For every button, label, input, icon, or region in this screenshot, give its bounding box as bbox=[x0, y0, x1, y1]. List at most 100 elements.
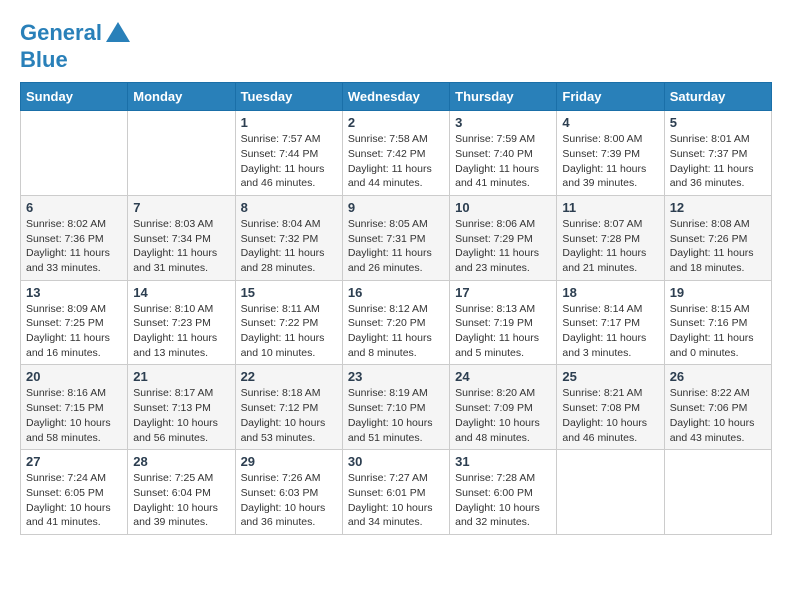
cell-content: Sunrise: 8:21 AM Sunset: 7:08 PM Dayligh… bbox=[562, 386, 658, 445]
daylight-text: Daylight: 11 hours and 41 minutes. bbox=[455, 163, 539, 190]
cell-content: Sunrise: 7:27 AM Sunset: 6:01 PM Dayligh… bbox=[348, 471, 444, 530]
calendar-cell: 20 Sunrise: 8:16 AM Sunset: 7:15 PM Dayl… bbox=[21, 365, 128, 450]
daylight-text: Daylight: 11 hours and 44 minutes. bbox=[348, 163, 432, 190]
day-number: 4 bbox=[562, 115, 658, 130]
sunset-text: Sunset: 7:28 PM bbox=[562, 233, 640, 245]
daylight-text: Daylight: 10 hours and 51 minutes. bbox=[348, 417, 433, 444]
sunrise-text: Sunrise: 8:08 AM bbox=[670, 218, 750, 230]
cell-content: Sunrise: 7:26 AM Sunset: 6:03 PM Dayligh… bbox=[241, 471, 337, 530]
calendar-cell: 19 Sunrise: 8:15 AM Sunset: 7:16 PM Dayl… bbox=[664, 280, 771, 365]
sunrise-text: Sunrise: 8:20 AM bbox=[455, 387, 535, 399]
calendar-cell: 15 Sunrise: 8:11 AM Sunset: 7:22 PM Dayl… bbox=[235, 280, 342, 365]
sunrise-text: Sunrise: 7:27 AM bbox=[348, 472, 428, 484]
sunset-text: Sunset: 7:34 PM bbox=[133, 233, 211, 245]
sunset-text: Sunset: 6:04 PM bbox=[133, 487, 211, 499]
calendar-cell: 1 Sunrise: 7:57 AM Sunset: 7:44 PM Dayli… bbox=[235, 111, 342, 196]
cell-content: Sunrise: 8:00 AM Sunset: 7:39 PM Dayligh… bbox=[562, 132, 658, 191]
calendar-cell: 2 Sunrise: 7:58 AM Sunset: 7:42 PM Dayli… bbox=[342, 111, 449, 196]
sunrise-text: Sunrise: 7:58 AM bbox=[348, 133, 428, 145]
sunset-text: Sunset: 7:17 PM bbox=[562, 317, 640, 329]
logo-text: GeneralBlue bbox=[20, 20, 132, 72]
cell-content: Sunrise: 8:16 AM Sunset: 7:15 PM Dayligh… bbox=[26, 386, 122, 445]
daylight-text: Daylight: 10 hours and 41 minutes. bbox=[26, 502, 111, 529]
sunrise-text: Sunrise: 8:01 AM bbox=[670, 133, 750, 145]
calendar-cell: 11 Sunrise: 8:07 AM Sunset: 7:28 PM Dayl… bbox=[557, 195, 664, 280]
cell-content: Sunrise: 8:11 AM Sunset: 7:22 PM Dayligh… bbox=[241, 302, 337, 361]
calendar-cell: 29 Sunrise: 7:26 AM Sunset: 6:03 PM Dayl… bbox=[235, 450, 342, 535]
cell-content: Sunrise: 8:08 AM Sunset: 7:26 PM Dayligh… bbox=[670, 217, 766, 276]
calendar-cell: 31 Sunrise: 7:28 AM Sunset: 6:00 PM Dayl… bbox=[450, 450, 557, 535]
sunset-text: Sunset: 7:23 PM bbox=[133, 317, 211, 329]
calendar-cell: 22 Sunrise: 8:18 AM Sunset: 7:12 PM Dayl… bbox=[235, 365, 342, 450]
sunset-text: Sunset: 7:06 PM bbox=[670, 402, 748, 414]
sunset-text: Sunset: 7:31 PM bbox=[348, 233, 426, 245]
daylight-text: Daylight: 11 hours and 23 minutes. bbox=[455, 247, 539, 274]
cell-content: Sunrise: 8:20 AM Sunset: 7:09 PM Dayligh… bbox=[455, 386, 551, 445]
daylight-text: Daylight: 11 hours and 36 minutes. bbox=[670, 163, 754, 190]
day-number: 13 bbox=[26, 285, 122, 300]
day-number: 2 bbox=[348, 115, 444, 130]
day-number: 25 bbox=[562, 369, 658, 384]
sunset-text: Sunset: 7:32 PM bbox=[241, 233, 319, 245]
calendar-week-row: 20 Sunrise: 8:16 AM Sunset: 7:15 PM Dayl… bbox=[21, 365, 772, 450]
sunrise-text: Sunrise: 7:24 AM bbox=[26, 472, 106, 484]
day-number: 17 bbox=[455, 285, 551, 300]
sunset-text: Sunset: 7:12 PM bbox=[241, 402, 319, 414]
cell-content: Sunrise: 8:01 AM Sunset: 7:37 PM Dayligh… bbox=[670, 132, 766, 191]
sunrise-text: Sunrise: 8:14 AM bbox=[562, 303, 642, 315]
sunrise-text: Sunrise: 8:16 AM bbox=[26, 387, 106, 399]
calendar-cell: 5 Sunrise: 8:01 AM Sunset: 7:37 PM Dayli… bbox=[664, 111, 771, 196]
page-header: GeneralBlue bbox=[20, 20, 772, 72]
day-number: 5 bbox=[670, 115, 766, 130]
cell-content: Sunrise: 8:06 AM Sunset: 7:29 PM Dayligh… bbox=[455, 217, 551, 276]
cell-content: Sunrise: 8:22 AM Sunset: 7:06 PM Dayligh… bbox=[670, 386, 766, 445]
sunset-text: Sunset: 6:05 PM bbox=[26, 487, 104, 499]
daylight-text: Daylight: 10 hours and 46 minutes. bbox=[562, 417, 647, 444]
calendar-week-row: 27 Sunrise: 7:24 AM Sunset: 6:05 PM Dayl… bbox=[21, 450, 772, 535]
calendar-cell: 30 Sunrise: 7:27 AM Sunset: 6:01 PM Dayl… bbox=[342, 450, 449, 535]
daylight-text: Daylight: 10 hours and 48 minutes. bbox=[455, 417, 540, 444]
day-number: 12 bbox=[670, 200, 766, 215]
calendar-cell: 25 Sunrise: 8:21 AM Sunset: 7:08 PM Dayl… bbox=[557, 365, 664, 450]
day-number: 31 bbox=[455, 454, 551, 469]
sunset-text: Sunset: 7:44 PM bbox=[241, 148, 319, 160]
daylight-text: Daylight: 11 hours and 13 minutes. bbox=[133, 332, 217, 359]
daylight-text: Daylight: 10 hours and 34 minutes. bbox=[348, 502, 433, 529]
cell-content: Sunrise: 8:09 AM Sunset: 7:25 PM Dayligh… bbox=[26, 302, 122, 361]
daylight-text: Daylight: 11 hours and 5 minutes. bbox=[455, 332, 539, 359]
sunrise-text: Sunrise: 8:05 AM bbox=[348, 218, 428, 230]
cell-content: Sunrise: 7:25 AM Sunset: 6:04 PM Dayligh… bbox=[133, 471, 229, 530]
cell-content: Sunrise: 8:10 AM Sunset: 7:23 PM Dayligh… bbox=[133, 302, 229, 361]
sunrise-text: Sunrise: 8:17 AM bbox=[133, 387, 213, 399]
daylight-text: Daylight: 10 hours and 43 minutes. bbox=[670, 417, 755, 444]
weekday-header: Sunday bbox=[21, 83, 128, 111]
daylight-text: Daylight: 11 hours and 28 minutes. bbox=[241, 247, 325, 274]
sunset-text: Sunset: 7:13 PM bbox=[133, 402, 211, 414]
day-number: 28 bbox=[133, 454, 229, 469]
daylight-text: Daylight: 10 hours and 53 minutes. bbox=[241, 417, 326, 444]
daylight-text: Daylight: 11 hours and 39 minutes. bbox=[562, 163, 646, 190]
sunset-text: Sunset: 7:42 PM bbox=[348, 148, 426, 160]
daylight-text: Daylight: 11 hours and 16 minutes. bbox=[26, 332, 110, 359]
calendar-cell bbox=[21, 111, 128, 196]
sunrise-text: Sunrise: 8:07 AM bbox=[562, 218, 642, 230]
cell-content: Sunrise: 7:57 AM Sunset: 7:44 PM Dayligh… bbox=[241, 132, 337, 191]
sunrise-text: Sunrise: 8:00 AM bbox=[562, 133, 642, 145]
cell-content: Sunrise: 7:24 AM Sunset: 6:05 PM Dayligh… bbox=[26, 471, 122, 530]
cell-content: Sunrise: 7:58 AM Sunset: 7:42 PM Dayligh… bbox=[348, 132, 444, 191]
day-number: 1 bbox=[241, 115, 337, 130]
daylight-text: Daylight: 10 hours and 36 minutes. bbox=[241, 502, 326, 529]
sunset-text: Sunset: 7:16 PM bbox=[670, 317, 748, 329]
calendar-cell: 6 Sunrise: 8:02 AM Sunset: 7:36 PM Dayli… bbox=[21, 195, 128, 280]
calendar-cell: 10 Sunrise: 8:06 AM Sunset: 7:29 PM Dayl… bbox=[450, 195, 557, 280]
day-number: 30 bbox=[348, 454, 444, 469]
sunset-text: Sunset: 7:39 PM bbox=[562, 148, 640, 160]
cell-content: Sunrise: 8:18 AM Sunset: 7:12 PM Dayligh… bbox=[241, 386, 337, 445]
calendar-cell: 12 Sunrise: 8:08 AM Sunset: 7:26 PM Dayl… bbox=[664, 195, 771, 280]
calendar-cell: 14 Sunrise: 8:10 AM Sunset: 7:23 PM Dayl… bbox=[128, 280, 235, 365]
sunrise-text: Sunrise: 8:13 AM bbox=[455, 303, 535, 315]
weekday-header: Friday bbox=[557, 83, 664, 111]
sunrise-text: Sunrise: 8:15 AM bbox=[670, 303, 750, 315]
calendar-cell: 9 Sunrise: 8:05 AM Sunset: 7:31 PM Dayli… bbox=[342, 195, 449, 280]
cell-content: Sunrise: 8:02 AM Sunset: 7:36 PM Dayligh… bbox=[26, 217, 122, 276]
